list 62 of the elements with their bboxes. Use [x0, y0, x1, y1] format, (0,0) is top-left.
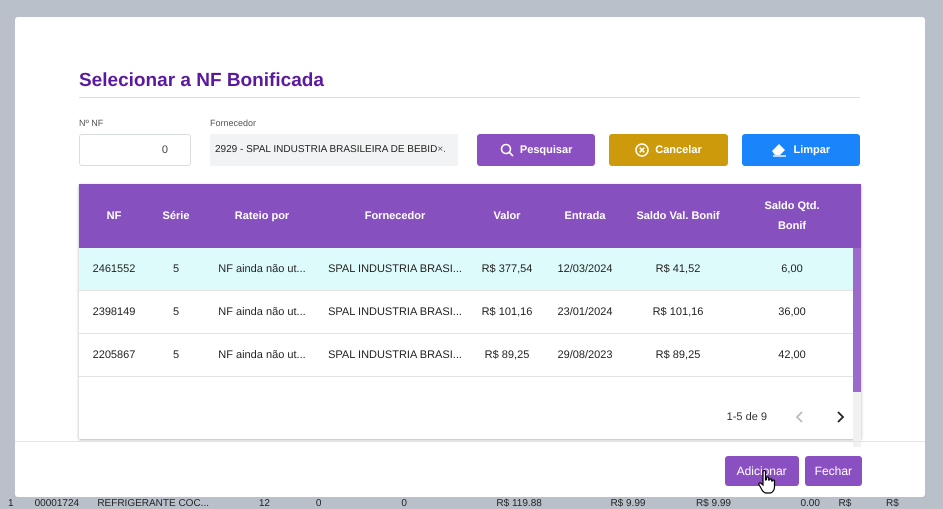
- table-cell-text: NF ainda não ut...: [217, 263, 307, 275]
- table-row[interactable]: 2461552 5 NF ainda não ut... SPAL INDUSTRIA BRASI... R$ 377,54 12/03/2024 R$ 41,52 6,00: [79, 248, 853, 291]
- table-cell-text: 29/08/2023: [556, 349, 614, 361]
- table-cell-text: R$ 9.99: [610, 497, 646, 509]
- scrollbar[interactable]: [853, 248, 861, 447]
- table-cell-text: R$ 9.99: [696, 497, 732, 509]
- table-cell-text: 0: [401, 497, 408, 509]
- table-cell-text: 0.00: [800, 497, 821, 509]
- table-cell-text: NF ainda não ut...: [217, 306, 307, 318]
- table-cell-text: 0: [316, 497, 322, 509]
- scrollbar-thumb[interactable]: [853, 248, 861, 392]
- column-header: Rateio por: [234, 209, 290, 224]
- table-cell-text: 5: [172, 306, 180, 318]
- cancel-icon: [635, 143, 650, 157]
- table-row[interactable]: 2398149 5 NF ainda não ut... SPAL INDUSTRIA BRASI... R$ 101,16 23/01/2024 R$ 101,16 36,00: [79, 291, 853, 334]
- column-header: Série: [162, 209, 190, 224]
- table-cell-text: 00001724: [34, 497, 80, 509]
- column-header: Entrada: [564, 209, 606, 224]
- table-cell-text: 6,00: [780, 263, 804, 275]
- table-cell-text: SPAL INDUSTRIA BRASI...: [327, 263, 463, 275]
- table-cell-text: R$: [838, 497, 852, 509]
- search-icon: [500, 143, 514, 157]
- table-cell-text: REFRIGERANTE COC...: [97, 497, 210, 509]
- eraser-icon: [771, 143, 788, 157]
- table-cell-text: R$ 89,25: [654, 349, 702, 361]
- table-cell-text: NF ainda não ut...: [217, 349, 307, 361]
- column-header: Saldo Qtd. Bonif: [764, 199, 820, 234]
- table-cell-text: 5: [172, 263, 180, 275]
- table-cell-text: 42,00: [777, 349, 807, 361]
- column-header: Saldo Val. Bonif: [635, 209, 721, 224]
- column-header: NF: [106, 209, 122, 224]
- field-label: Nº NF: [79, 118, 104, 128]
- table-cell-text: 2205867: [92, 349, 136, 361]
- table-cell-text: SPAL INDUSTRIA BRASI...: [327, 349, 463, 361]
- column-header: Valor: [492, 209, 522, 224]
- table-cell-text: 2461552: [92, 263, 136, 275]
- table-cell-text: R$ 101,16: [652, 306, 704, 318]
- field-label: Fornecedor: [210, 118, 258, 128]
- table-cell-text: 36,00: [777, 306, 807, 318]
- search-button[interactable]: Pesquisar: [477, 134, 596, 166]
- column-header: Fornecedor: [364, 209, 426, 224]
- table-cell-text: R$: [886, 497, 900, 509]
- table-cell-text: R$ 377,54: [480, 263, 534, 275]
- clear-button[interactable]: Limpar: [742, 134, 860, 166]
- table-cell-text: 5: [172, 349, 180, 361]
- table-cell-text: R$ 41,52: [654, 263, 702, 275]
- close-button[interactable]: Fechar: [804, 456, 862, 486]
- table-cell-text: R$ 119.88: [496, 497, 543, 509]
- table-cell-text: 23/01/2024: [556, 306, 614, 318]
- table-cell-text: 12: [258, 497, 271, 509]
- table-row[interactable]: 2205867 5 NF ainda não ut... SPAL INDUSTRIA BRASI... R$ 89,25 29/08/2023 R$ 89,25 42,00: [79, 334, 853, 377]
- supplier-select-field[interactable]: 2929 - SPAL INDUSTRIA BRASILEIRA DE BEBID×.: [210, 134, 458, 166]
- table-cell-text: R$ 101,16: [480, 306, 534, 318]
- dialog-title: Selecionar a NF Bonificada: [79, 70, 860, 98]
- table-cell-text: 12/03/2024: [556, 263, 614, 275]
- table-cell-text: R$ 89,25: [484, 349, 530, 361]
- pagination-range: 1-5 de 9: [726, 410, 767, 422]
- table-cell-text: 2398149: [92, 306, 136, 318]
- next-page-icon[interactable]: [835, 410, 845, 422]
- nf-input-field[interactable]: 0: [79, 134, 191, 166]
- table-cell-text: SPAL INDUSTRIA BRASI...: [327, 306, 463, 318]
- table-cell-text: 1: [8, 497, 15, 509]
